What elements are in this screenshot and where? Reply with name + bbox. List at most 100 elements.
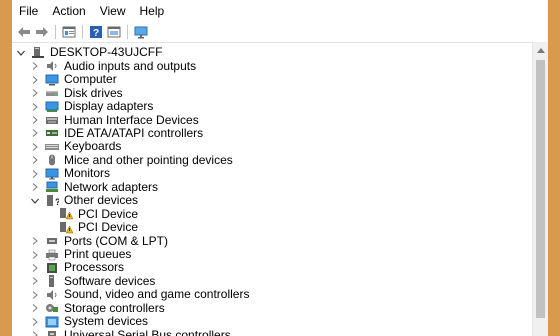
tree-item-other-devices[interactable]: ? Other devices <box>30 194 138 208</box>
monitor-icon <box>45 168 59 180</box>
computer-root-icon <box>31 46 45 59</box>
menu-bar: File Action View Help <box>12 0 548 22</box>
tree-item-system-devices[interactable]: System devices <box>30 315 148 329</box>
tree-item-monitors[interactable]: Monitors <box>30 167 110 181</box>
tree-item-label: Software devices <box>64 273 156 288</box>
tree-item-label: Computer <box>64 72 117 87</box>
chevron-right-icon[interactable] <box>30 330 40 336</box>
tree-item-ide-ata-atapi-controllers[interactable]: IDE ATA/ATAPI controllers <box>30 125 204 141</box>
monitor-icon[interactable] <box>133 24 149 40</box>
help-icon[interactable]: ? <box>88 24 104 40</box>
tree-item-sound-video-and-game-controllers[interactable]: Sound, video and game controllers <box>30 288 249 302</box>
view-icon[interactable] <box>106 24 122 40</box>
tree-item-label: Display adapters <box>64 99 154 114</box>
tree-item-label: Disk drives <box>64 85 123 100</box>
forward-arrow-icon[interactable] <box>34 24 50 40</box>
chevron-down-icon[interactable] <box>16 48 26 58</box>
printer-icon <box>45 249 59 261</box>
tree-item-label: IDE ATA/ATAPI controllers <box>64 125 204 140</box>
scroll-up-arrow-icon[interactable] <box>533 42 548 58</box>
chevron-right-icon[interactable] <box>30 303 40 313</box>
chevron-right-icon[interactable] <box>30 142 40 152</box>
svg-text:?: ? <box>55 197 59 207</box>
tree-item-human-interface-devices[interactable]: Human Interface Devices <box>30 113 199 127</box>
tree-item-network-adapters[interactable]: Network adapters <box>30 179 159 195</box>
tree-item-universal-serial-bus-controllers[interactable]: Universal Serial Bus controllers <box>30 328 231 336</box>
chevron-right-icon[interactable] <box>30 276 40 286</box>
tree-item-keyboards[interactable]: Keyboards <box>30 140 121 154</box>
unknown-device-icon: ? <box>45 194 59 207</box>
device-manager-window: File Action View Help ? DESKTOP-43UJCFF A… <box>12 0 548 336</box>
tree-item-label: Keyboards <box>64 139 122 154</box>
tree-item-display-adapters[interactable]: Display adapters <box>30 100 153 114</box>
tree-item-label: Universal Serial Bus controllers <box>64 327 231 336</box>
tree-item-print-queues[interactable]: Print queues <box>30 248 131 262</box>
chevron-right-icon[interactable] <box>30 115 40 125</box>
device-tree: DESKTOP-43UJCFF Audio inputs and outputs C… <box>12 42 532 336</box>
menu-action[interactable]: Action <box>52 0 85 22</box>
chevron-right-icon[interactable] <box>30 317 40 327</box>
tree-item-label: Other devices <box>64 193 139 208</box>
chevron-right-icon[interactable] <box>30 102 40 112</box>
display-adapter-icon <box>45 101 59 113</box>
speaker-icon <box>45 289 59 301</box>
tree-item-label: Network adapters <box>64 179 159 194</box>
vertical-scrollbar[interactable] <box>532 42 548 336</box>
chevron-right-icon[interactable] <box>30 169 40 179</box>
system-device-icon <box>45 316 59 328</box>
chevron-right-icon[interactable] <box>30 61 40 71</box>
tree-item-pci-device[interactable]: PCI Device <box>59 221 138 235</box>
chevron-right-icon[interactable] <box>30 263 40 273</box>
pci-warning-icon <box>59 208 73 220</box>
chevron-right-icon[interactable] <box>30 250 40 260</box>
chevron-down-icon[interactable] <box>30 196 40 206</box>
chevron-right-icon[interactable] <box>30 236 40 246</box>
computer-icon <box>45 74 59 86</box>
tree-item-pci-device[interactable]: PCI Device <box>59 207 138 221</box>
tree-item-storage-controllers[interactable]: Storage controllers <box>30 300 165 316</box>
tree-item-label: Mice and other pointing devices <box>64 152 233 167</box>
tree-item-software-devices[interactable]: Software devices <box>30 273 156 289</box>
chevron-right-icon[interactable] <box>30 182 40 192</box>
toolbar-separator <box>82 25 83 39</box>
mouse-icon <box>45 154 59 166</box>
tree-root-computer[interactable]: DESKTOP-43UJCFF <box>16 46 162 60</box>
toolbar: ? <box>12 22 548 42</box>
tree-item-audio-inputs-and-outputs[interactable]: Audio inputs and outputs <box>30 59 196 73</box>
tree-item-disk-drives[interactable]: Disk drives <box>30 86 123 100</box>
tree-item-label: Print queues <box>64 247 132 261</box>
chevron-right-icon[interactable] <box>30 155 40 165</box>
tree-item-label: Human Interface Devices <box>64 112 199 127</box>
keyboard-icon <box>45 141 59 153</box>
chevron-right-icon[interactable] <box>30 290 40 300</box>
tree-item-label: System devices <box>64 314 149 329</box>
chevron-right-icon[interactable] <box>30 88 40 98</box>
properties-icon[interactable] <box>61 24 77 40</box>
tree-item-label: Storage controllers <box>64 300 165 315</box>
back-arrow-icon[interactable] <box>16 24 32 40</box>
tree-item-computer[interactable]: Computer <box>30 73 117 87</box>
tree-item-label: Monitors <box>64 166 111 181</box>
tree-item-mice-and-other-pointing-devices[interactable]: Mice and other pointing devices <box>30 152 233 168</box>
tree-item-processors[interactable]: Processors <box>30 261 124 275</box>
toolbar-separator <box>55 25 56 39</box>
usb-icon <box>45 329 59 336</box>
network-adapter-icon <box>45 181 59 193</box>
svg-text:?: ? <box>93 28 99 39</box>
tree-item-label: Sound, video and game controllers <box>64 287 250 302</box>
menu-file[interactable]: File <box>19 0 38 22</box>
storage-controller-icon <box>45 302 59 314</box>
tree-item-ports-com-lpt[interactable]: Ports (COM & LPT) <box>30 234 168 248</box>
software-device-icon <box>45 275 59 288</box>
disk-drive-icon <box>45 87 59 99</box>
chevron-right-icon[interactable] <box>30 75 40 85</box>
menu-view[interactable]: View <box>100 0 126 22</box>
ide-controller-icon <box>45 127 59 139</box>
tree-item-label: Ports (COM & LPT) <box>64 233 169 248</box>
toolbar-separator <box>127 25 128 39</box>
menu-help[interactable]: Help <box>140 0 165 22</box>
chevron-right-icon[interactable] <box>30 128 40 138</box>
tree-item-label: PCI Device <box>78 206 139 221</box>
scrollbar-thumb[interactable] <box>536 60 545 318</box>
port-icon <box>45 235 59 247</box>
